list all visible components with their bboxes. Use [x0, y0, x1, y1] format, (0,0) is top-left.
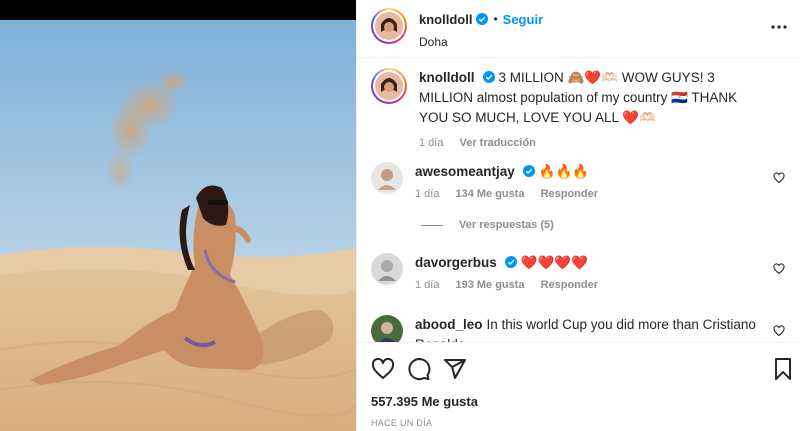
comment-icon [408, 358, 431, 381]
bookmark-icon [775, 358, 791, 380]
comment-item: awesomeantjay 🔥🔥🔥 1 día 134 Me gusta Resp… [371, 162, 787, 200]
replies-divider [421, 224, 443, 226]
see-translation-button[interactable]: Ver traducción [459, 137, 535, 149]
commenter-avatar[interactable] [371, 315, 403, 342]
post-location[interactable]: Doha [419, 35, 543, 49]
comment-age[interactable]: 1 día [415, 279, 439, 291]
comment-text: 🔥🔥🔥 [538, 164, 590, 179]
author-username[interactable]: knolldoll [419, 12, 472, 27]
post-dialog: knolldoll • Seguir Doha knolldoll 3 MILL… [0, 0, 800, 431]
reply-button[interactable]: Responder [541, 188, 598, 200]
follow-button[interactable]: Seguir [503, 12, 543, 27]
author-avatar-ring[interactable] [371, 8, 407, 44]
caption-username[interactable]: knolldoll [419, 70, 475, 85]
author-avatar[interactable] [375, 12, 403, 40]
verified-badge-icon [504, 256, 517, 268]
save-button[interactable] [771, 357, 795, 381]
share-button[interactable] [443, 357, 467, 381]
heart-icon [773, 172, 785, 184]
view-replies-button[interactable]: Ver respuestas (5) [421, 219, 554, 231]
heart-icon [773, 263, 785, 275]
likes-count[interactable]: 557.395 Me gusta [371, 394, 478, 409]
post-sidebar: knolldoll • Seguir Doha knolldoll 3 MILL… [356, 0, 800, 431]
commenter-avatar[interactable] [371, 162, 403, 194]
comment-item: davorgerbus ❤️❤️❤️❤️ 1 día 193 Me gusta R… [371, 253, 787, 291]
separator-dot: • [493, 12, 498, 26]
comment-item: abood_leo In this world Cup you did more … [371, 315, 787, 342]
post-photo[interactable] [0, 20, 356, 431]
comment-button[interactable] [407, 357, 431, 381]
comment-text: ❤️❤️❤️❤️ [520, 255, 589, 270]
heart-icon [773, 325, 785, 337]
commenter-avatar[interactable] [371, 253, 403, 285]
comment-likes[interactable]: 193 Me gusta [455, 279, 524, 291]
comment-age[interactable]: 1 día [415, 188, 439, 200]
post-timestamp[interactable]: HACE UN DÍA [371, 418, 432, 428]
post-caption: knolldoll 3 MILLION 🙈❤️🫶🏻 WOW GUYS! 3 MIL… [371, 68, 787, 149]
comments-list[interactable]: knolldoll 3 MILLION 🙈❤️🫶🏻 WOW GUYS! 3 MIL… [357, 59, 800, 342]
verified-badge-icon [476, 13, 489, 25]
caption-age[interactable]: 1 día [419, 137, 443, 149]
post-header: knolldoll • Seguir Doha [357, 0, 800, 58]
post-media[interactable] [0, 0, 356, 431]
commenter-username[interactable]: awesomeantjay [415, 164, 515, 179]
reply-button[interactable]: Responder [541, 279, 598, 291]
view-replies-label[interactable]: Ver respuestas (5) [459, 219, 554, 231]
caption-avatar-ring[interactable] [371, 68, 407, 104]
verified-badge-icon [482, 71, 495, 83]
verified-badge-icon [522, 165, 535, 177]
comment-likes[interactable]: 134 Me gusta [455, 188, 524, 200]
caption-avatar[interactable] [375, 72, 403, 100]
more-horizontal-icon [771, 17, 787, 32]
comment-like-button[interactable] [773, 172, 785, 184]
heart-icon [371, 357, 395, 379]
comment-like-button[interactable] [773, 325, 785, 337]
share-icon [444, 359, 466, 379]
comment-like-button[interactable] [773, 263, 785, 275]
post-actions: 557.395 Me gusta HACE UN DÍA [357, 342, 800, 431]
more-options-button[interactable] [767, 12, 791, 36]
commenter-username[interactable]: davorgerbus [415, 255, 497, 270]
like-button[interactable] [371, 357, 395, 381]
commenter-username[interactable]: abood_leo [415, 317, 483, 332]
